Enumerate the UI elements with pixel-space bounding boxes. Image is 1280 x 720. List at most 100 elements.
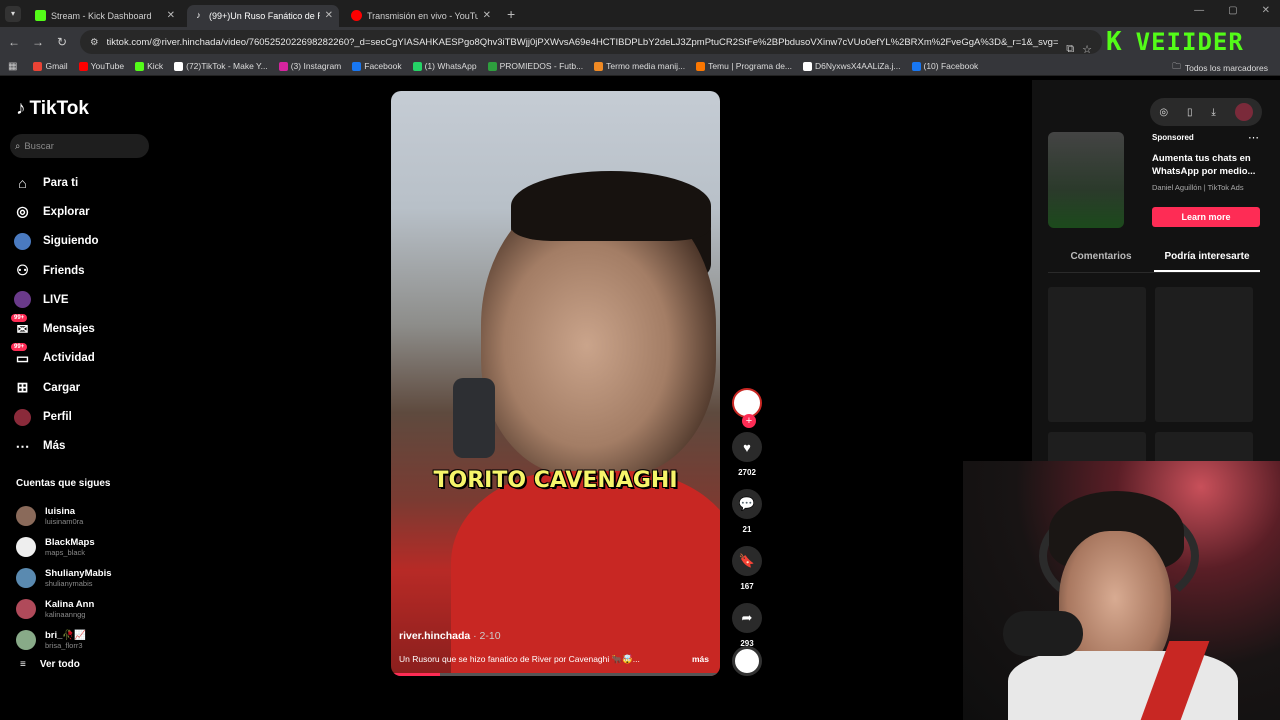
activity-icon: ▭ 99+ — [11, 342, 31, 367]
bookmark-item[interactable]: D6NyxwsX4AALiZa.j... — [803, 61, 901, 71]
minimize-icon[interactable]: — — [1194, 5, 1204, 16]
bookmark-favicon-icon — [174, 61, 184, 71]
close-tab-icon[interactable]: ✕ — [167, 10, 175, 21]
bookmark-item[interactable]: Termo media manij... — [594, 61, 685, 71]
follow-plus-icon[interactable]: + — [742, 414, 756, 428]
sidebar-item-mensajes[interactable]: ✉ 99+ Mensajes — [11, 313, 174, 343]
sidebar-item-live[interactable]: LIVE — [14, 285, 174, 314]
close-tab-icon[interactable]: ✕ — [325, 10, 333, 21]
device-icon[interactable]: ▯ — [1187, 107, 1193, 118]
following-title: Cuentas que sigues — [16, 478, 111, 489]
sidebar-item-cargar[interactable]: ⊞ Cargar — [14, 373, 174, 402]
video-player[interactable]: TORITO CAVENAGHI river.hinchada · 2-10 U… — [391, 91, 720, 676]
url-text[interactable]: tiktok.com/@river.hinchada/video/7605252… — [107, 37, 1059, 48]
coins-icon[interactable]: ◎ — [1159, 107, 1168, 118]
sidebar-item-perfil[interactable]: Perfil — [14, 402, 174, 431]
bookmark-icon[interactable]: 🔖 — [732, 546, 762, 576]
notification-badge: 99+ — [11, 313, 28, 322]
new-tab-icon[interactable]: + — [507, 6, 515, 22]
ad-more-icon[interactable]: ⋯ — [1248, 131, 1259, 144]
sidebar-item-friends[interactable]: ⚇ Friends — [14, 256, 174, 285]
comment-count: 21 — [742, 525, 752, 534]
close-window-icon[interactable]: ✕ — [1262, 5, 1270, 16]
top-right-toolbar: ◎ ▯ ⤓ — [1150, 98, 1262, 126]
bookmark-item[interactable]: (10) Facebook — [911, 61, 978, 71]
video-author[interactable]: river.hinchada — [399, 630, 470, 642]
bookmark-item[interactable]: Facebook — [352, 61, 402, 71]
bookmark-star-icon[interactable]: ☆ — [1082, 43, 1092, 56]
tiktok-logo[interactable]: ♪ TikTok — [16, 98, 89, 120]
music-disc-icon[interactable] — [732, 646, 762, 676]
sidebar-item-actividad[interactable]: ▭ 99+ Actividad — [11, 342, 174, 373]
back-icon[interactable]: ← — [2, 35, 26, 49]
bookmark-item[interactable]: Kick — [135, 61, 163, 71]
tab-suggested[interactable]: Podría interesarte — [1154, 245, 1260, 272]
like-action: ♥ 2702 — [732, 432, 762, 477]
video-caption-overlay: TORITO CAVENAGHI — [433, 468, 678, 493]
reload-icon[interactable]: ↻ — [50, 35, 74, 49]
install-icon[interactable]: ⧉ — [1066, 43, 1074, 56]
bookmark-item[interactable]: (72)TikTok - Make Y... — [174, 61, 268, 71]
learn-more-button[interactable]: Learn more — [1152, 207, 1260, 227]
video-progress-bar[interactable] — [391, 673, 720, 676]
bookmarks-bar: ▦ Gmail YouTube Kick (72)TikTok - Make Y...… — [0, 57, 1280, 76]
share-icon[interactable]: ➦ — [732, 603, 762, 633]
site-info-icon[interactable]: ⚙ — [90, 37, 99, 48]
notification-badge: 99+ — [11, 342, 28, 351]
search-input[interactable]: ⌕ Buscar — [10, 134, 149, 158]
bookmark-item[interactable]: (1) WhatsApp — [412, 61, 477, 71]
user-avatar[interactable] — [1234, 103, 1253, 121]
sidebar-item-label: Siguiendo — [43, 235, 99, 248]
followed-account[interactable]: ShulianyMabis shulianymabis — [16, 562, 112, 593]
sidebar-nav: ⌂ Para ti ◎ Explorar Siguiendo ⚇ Friends LIVE ✉ 9… — [11, 168, 174, 461]
tab-search-button[interactable]: ▾ — [5, 5, 21, 22]
right-tabs: Comentarios Podría interesarte — [1048, 245, 1260, 273]
close-tab-icon[interactable]: ✕ — [483, 10, 491, 21]
tab-comments[interactable]: Comentarios — [1048, 245, 1154, 272]
sponsored-label: Sponsored — [1152, 133, 1194, 142]
creator-avatar[interactable]: + — [732, 388, 762, 428]
heart-icon[interactable]: ♥ — [732, 432, 762, 462]
ad-thumbnail[interactable] — [1048, 132, 1124, 228]
more-icon: ⋯ — [15, 437, 30, 454]
folder-icon: 🗀 — [1172, 61, 1181, 71]
all-bookmarks-folder[interactable]: 🗀 Todos los marcadores — [1172, 61, 1268, 75]
sidebar-item-explorar[interactable]: ◎ Explorar — [14, 197, 174, 226]
tab-youtube-live[interactable]: Transmisión en vivo - YouTube ✕ — [345, 5, 497, 27]
sidebar-item-label: Friends — [43, 264, 85, 277]
suggested-video-placeholder[interactable] — [1155, 287, 1253, 422]
followed-account[interactable]: luisina luisinam0ra — [16, 500, 112, 531]
apps-grid-icon[interactable]: ▦ — [8, 61, 17, 72]
bookmark-item[interactable]: Gmail — [33, 61, 68, 71]
sidebar-item-para-ti[interactable]: ⌂ Para ti — [14, 168, 174, 197]
suggested-video-placeholder[interactable] — [1048, 287, 1146, 422]
followed-account[interactable]: bri_🥀📈 brisa_florr3 — [16, 624, 112, 655]
followed-account[interactable]: Kalina Ann kalinaanngg — [16, 593, 112, 624]
bookmark-item[interactable]: (3) Instagram — [278, 61, 341, 71]
forward-icon[interactable]: → — [26, 35, 50, 49]
bookmark-item[interactable]: PROMIEDOS - Futb... — [487, 61, 583, 71]
bookmark-favicon-icon — [487, 61, 497, 71]
tab-tiktok-video[interactable]: ♪ (99+)Un Ruso Fanático de River ✕ — [187, 4, 339, 27]
download-icon[interactable]: ⤓ — [1211, 107, 1215, 118]
more-link[interactable]: más — [692, 654, 709, 665]
ad-title[interactable]: Aumenta tus chats en WhatsApp por medio.… — [1152, 152, 1260, 178]
live-icon — [14, 291, 31, 309]
comment-icon[interactable]: 💬 — [732, 489, 762, 519]
see-all-button[interactable]: ≡ Ver todo — [20, 659, 80, 670]
maximize-icon[interactable]: ▢ — [1228, 5, 1237, 16]
tab-kick-dashboard[interactable]: Stream - Kick Dashboard ✕ — [29, 5, 181, 27]
share-action: ➦ 293 — [732, 603, 762, 648]
bookmark-item[interactable]: Temu | Programa de... — [696, 61, 792, 71]
video-author-line: river.hinchada · 2-10 — [399, 630, 501, 642]
address-bar[interactable]: ⚙ tiktok.com/@river.hinchada/video/76052… — [80, 30, 1102, 56]
list-icon: ≡ — [20, 659, 26, 670]
avatar — [16, 629, 36, 650]
sidebar-item-siguiendo[interactable]: Siguiendo — [14, 227, 174, 256]
comment-action: 💬 21 — [732, 489, 762, 534]
followed-account[interactable]: BlackMaps maps_black — [16, 531, 112, 562]
sidebar-item-más[interactable]: ⋯ Más — [14, 432, 174, 461]
bookmark-item[interactable]: YouTube — [78, 61, 124, 71]
bookmark-favicon-icon — [911, 61, 921, 71]
webcam-overlay — [963, 461, 1280, 720]
